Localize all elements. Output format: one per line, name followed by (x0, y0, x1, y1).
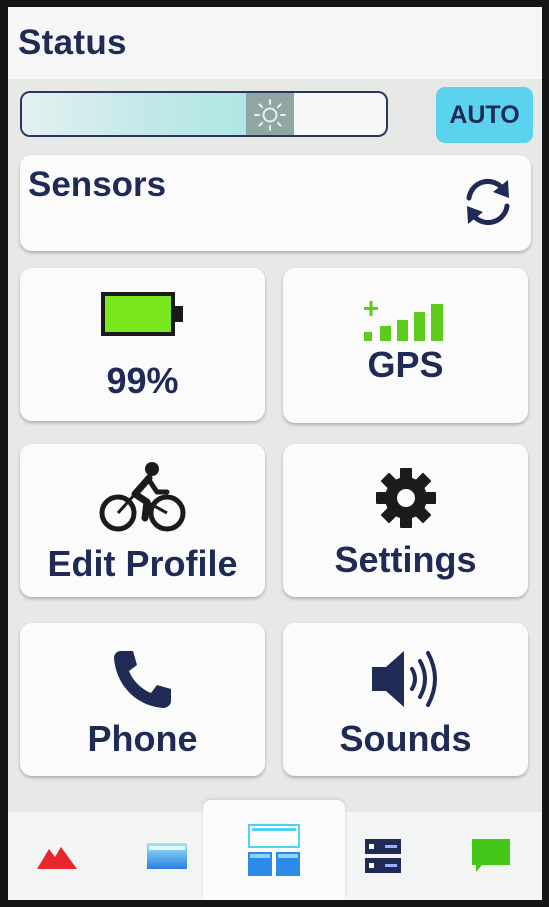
page-title: Status (18, 23, 127, 62)
header-bar: Status (8, 7, 542, 79)
brightness-slider-thumb[interactable] (245, 93, 294, 135)
gps-tile[interactable]: GPS (283, 268, 528, 423)
phone-icon (113, 651, 171, 708)
signal-bars-icon (363, 301, 443, 341)
settings-label: Settings (334, 539, 477, 580)
sounds-tile[interactable]: Sounds (283, 623, 528, 776)
gear-icon (375, 468, 436, 528)
tab-data-page[interactable] (122, 812, 212, 900)
screen: Status AUTO Sensors 99% GPS Edit Profile… (8, 7, 542, 900)
message-icon (472, 839, 510, 872)
sync-icon[interactable] (461, 176, 515, 228)
bottom-tab-bar (8, 800, 542, 900)
cyclist-icon (99, 462, 185, 532)
speaker-icon (371, 651, 437, 707)
settings-tile[interactable]: Settings (283, 444, 528, 597)
device-frame: Status AUTO Sensors 99% GPS Edit Profile… (0, 0, 549, 907)
control-panel-icon (365, 839, 401, 873)
sensors-card[interactable]: Sensors (20, 155, 531, 251)
widget-grid-icon (248, 824, 300, 876)
sun-icon (253, 99, 286, 131)
sounds-label: Sounds (339, 718, 472, 759)
edit-profile-tile[interactable]: Edit Profile (20, 444, 265, 597)
battery-percent: 99% (106, 360, 179, 401)
edit-profile-label: Edit Profile (47, 543, 238, 584)
tab-widgets[interactable] (228, 806, 320, 894)
single-panel-icon (147, 843, 187, 869)
auto-brightness-button[interactable]: AUTO (436, 87, 533, 143)
battery-tile[interactable]: 99% (20, 268, 265, 421)
battery-icon (100, 292, 183, 336)
phone-label: Phone (87, 718, 198, 759)
tab-elevation[interactable] (16, 812, 98, 900)
sensors-label: Sensors (28, 165, 167, 204)
phone-tile[interactable]: Phone (20, 623, 265, 776)
gps-label: GPS (367, 344, 444, 385)
tab-messages[interactable] (448, 812, 534, 900)
brightness-slider[interactable] (20, 91, 388, 137)
tab-controls[interactable] (338, 812, 428, 900)
mountain-icon (37, 847, 77, 869)
brightness-slider-fill (22, 93, 270, 135)
